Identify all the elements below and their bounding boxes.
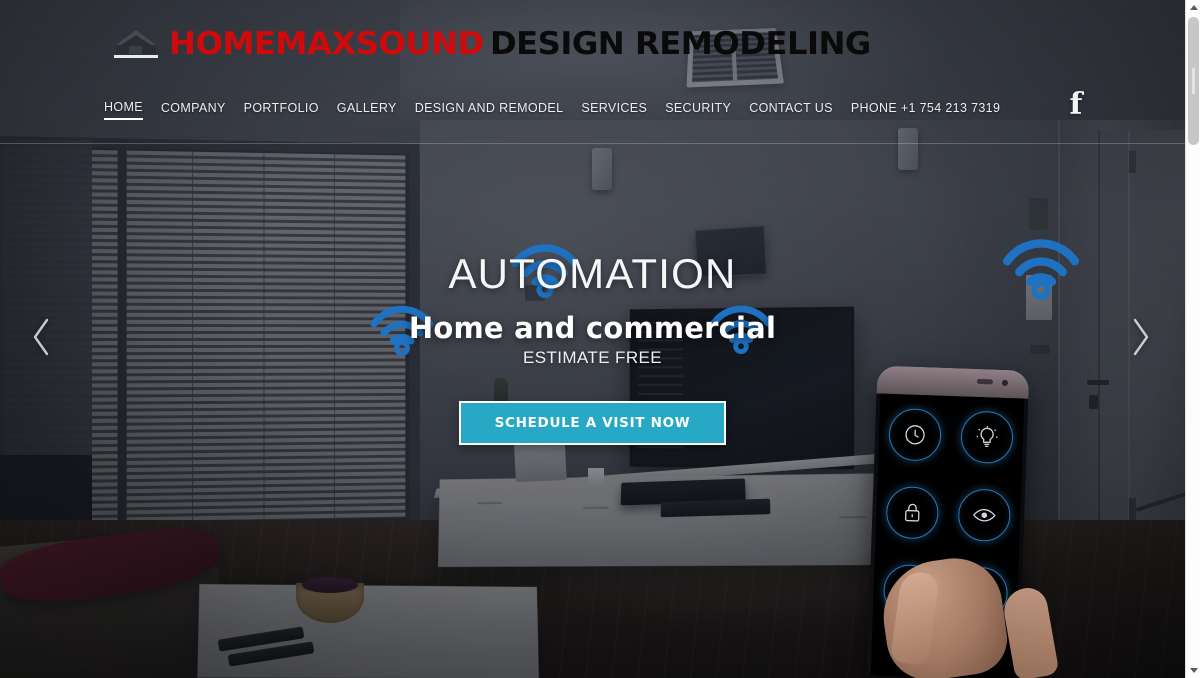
lock-icon[interactable] [885,485,940,540]
house-icon [113,26,159,65]
logo-secondary-text: DESIGN REMODELING [489,26,871,62]
browser-page: HOMEMAXSOUND DESIGN REMODELING HOME COMPA… [0,0,1200,678]
scroll-up-arrow-icon [1189,5,1198,10]
nav-item-contact-us[interactable]: CONTACT US [749,101,833,119]
wall-speaker-left [592,148,612,190]
wall-mounted-panel [694,225,767,278]
nav-item-security[interactable]: SECURITY [665,101,731,119]
door-handle [1087,380,1109,385]
eye-icon[interactable] [957,488,1012,543]
wifi-icon-window [368,300,436,356]
nav-item-services[interactable]: SERVICES [581,101,647,119]
logo[interactable]: HOMEMAXSOUND DESIGN REMODELING [0,0,1185,88]
wall-sensor [1029,198,1048,230]
wifi-icon-wall [1000,232,1082,300]
nav-item-company[interactable]: COMPANY [161,101,226,119]
scroll-up-arrow[interactable] [1186,0,1200,15]
small-vase [588,468,604,486]
wall-speaker-right [898,128,918,170]
door-hinge-top [1129,151,1136,173]
tablet-stand [513,441,567,483]
nav-item-home[interactable]: HOME [104,100,143,120]
scroll-thumb[interactable] [1188,17,1199,145]
nav-item-gallery[interactable]: GALLERY [337,101,397,119]
coffee-table [197,584,539,678]
nav-item-portfolio[interactable]: PORTFOLIO [244,101,319,119]
facebook-icon[interactable]: f [1063,90,1089,120]
nav-item-design-and-remodel[interactable]: DESIGN AND REMODEL [415,101,564,119]
slider-next-arrow[interactable] [1128,315,1154,359]
main-navigation: HOME COMPANY PORTFOLIO GALLERY DESIGN AN… [0,88,1185,132]
slider-prev-arrow[interactable] [28,315,54,359]
scroll-down-arrow-icon [1189,668,1198,673]
wifi-icon-center [508,238,582,298]
phone-earpiece [976,378,994,385]
phone-camera [1001,379,1009,387]
media-player [660,498,771,518]
schedule-a-visit-now-button[interactable]: SCHEDULE A VISIT NOW [458,401,727,445]
page-viewport: HOMEMAXSOUND DESIGN REMODELING HOME COMPA… [0,0,1185,678]
browser-scrollbar[interactable] [1185,0,1200,678]
site-header: HOMEMAXSOUND DESIGN REMODELING HOME COMPA… [0,0,1185,132]
header-divider [0,143,1185,144]
wifi-icon-tv [708,300,774,354]
wall-switch [1030,345,1050,354]
nav-item-phone[interactable]: PHONE +1 754 213 7319 [851,101,1000,119]
logo-primary-text: HOMEMAXSOUND [169,26,484,62]
scroll-down-arrow[interactable] [1186,663,1200,678]
